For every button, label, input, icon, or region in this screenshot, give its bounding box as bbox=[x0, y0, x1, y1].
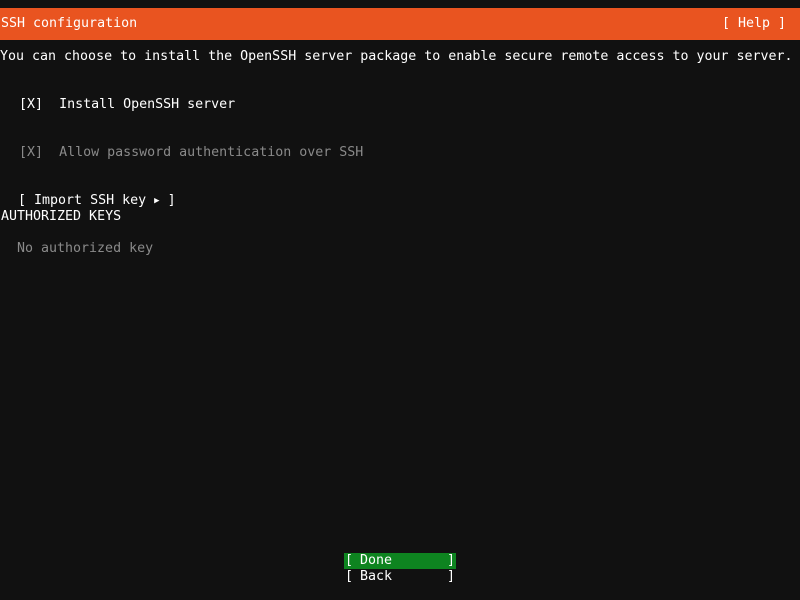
header-bar: SSH configuration [ Help ] bbox=[0, 8, 800, 40]
help-button[interactable]: [ Help ] bbox=[722, 16, 786, 32]
done-button[interactable]: [ Done ] bbox=[344, 553, 456, 569]
install-openssh-option[interactable]: [X] Install OpenSSH server bbox=[3, 81, 235, 113]
allow-password-checkbox[interactable]: [X] bbox=[19, 145, 43, 160]
back-label: Back bbox=[360, 569, 393, 584]
import-ssh-key-close: ] bbox=[167, 193, 176, 208]
back-button[interactable]: [ Back ] bbox=[344, 569, 456, 585]
install-openssh-label: Install OpenSSH server bbox=[59, 97, 236, 112]
import-ssh-key-label: [ Import SSH key bbox=[18, 193, 147, 208]
no-authorized-key-text: No authorized key bbox=[17, 241, 154, 256]
done-label: Done bbox=[360, 553, 393, 568]
install-openssh-checkbox[interactable]: [X] bbox=[19, 97, 43, 112]
page-title: SSH configuration bbox=[1, 16, 138, 31]
import-ssh-key-button[interactable]: [ Import SSH key ▶ ] bbox=[2, 177, 176, 209]
back-open-bracket: [ bbox=[345, 569, 354, 584]
done-close-bracket: ] bbox=[446, 553, 455, 568]
back-close-bracket: ] bbox=[446, 569, 455, 584]
done-open-bracket: [ bbox=[345, 553, 354, 568]
authorized-keys-heading: AUTHORIZED KEYS bbox=[1, 209, 122, 224]
allow-password-option[interactable]: [X] Allow password authentication over S… bbox=[3, 129, 363, 161]
allow-password-label: Allow password authentication over SSH bbox=[59, 145, 364, 160]
description-text: You can choose to install the OpenSSH se… bbox=[0, 49, 793, 64]
